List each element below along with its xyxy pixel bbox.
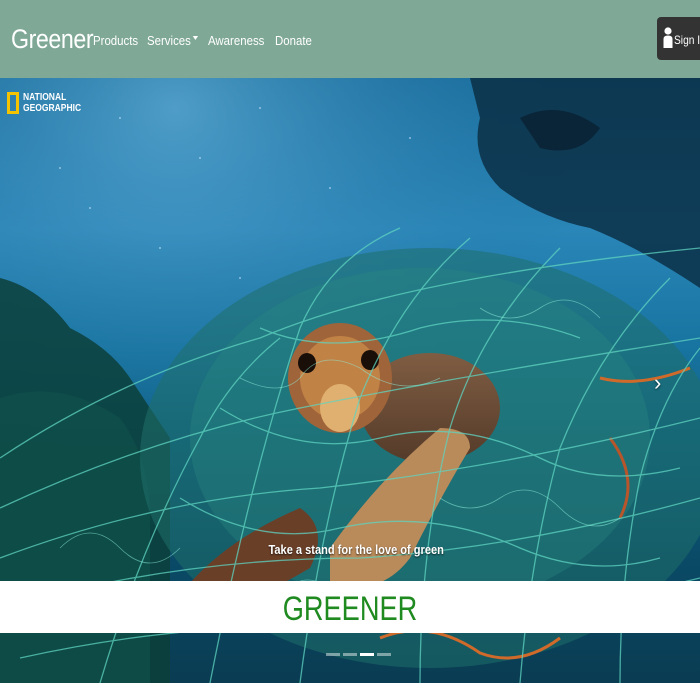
carousel-indicator-3[interactable] (360, 653, 374, 656)
nav-item-services[interactable]: Services (147, 33, 199, 48)
carousel-indicator-4[interactable] (377, 653, 391, 656)
natgeo-logo-text: NATIONAL GEOGRAPHIC (23, 92, 81, 114)
national-geographic-logo: NATIONAL GEOGRAPHIC (7, 92, 91, 114)
sign-in-button[interactable]: Sign In (657, 17, 700, 60)
carousel-indicator-2[interactable] (343, 653, 357, 656)
caret-down-icon (192, 36, 199, 40)
nav-item-products[interactable]: Products (93, 33, 138, 48)
natgeo-line2: GEOGRAPHIC (23, 103, 82, 114)
carousel-caption: Take a stand for the love of green (0, 542, 700, 557)
natgeo-line1: NATIONAL (23, 92, 67, 103)
sign-in-label: Sign In (674, 33, 700, 47)
nav-item-donate[interactable]: Donate (275, 33, 312, 48)
carousel-indicators (326, 653, 391, 656)
carousel-indicator-1[interactable] (326, 653, 340, 656)
nav-item-awareness[interactable]: Awareness (208, 33, 264, 48)
carousel-caption-text: Take a stand for the love of green (268, 542, 444, 557)
user-icon (663, 27, 673, 48)
navbar: Greener Products Services Awareness Dona… (0, 0, 700, 78)
natgeo-yellow-border-icon (7, 92, 19, 114)
nav-menu: Products Services Awareness Donate (93, 33, 313, 48)
nav-item-services-label: Services (147, 33, 192, 48)
brand-logo[interactable]: Greener (11, 24, 94, 55)
greener-banner: GREENER (0, 581, 700, 633)
chevron-right-icon[interactable]: › (654, 370, 661, 396)
banner-title: GREENER (282, 590, 418, 628)
